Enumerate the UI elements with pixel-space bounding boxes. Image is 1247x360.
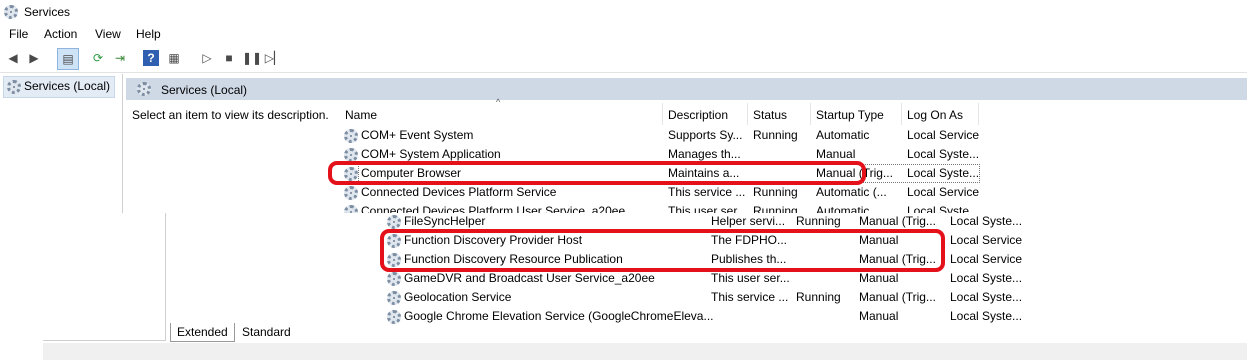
service-gear-icon xyxy=(344,186,358,200)
sort-up-icon: ^ xyxy=(496,97,501,107)
pause-service-icon[interactable]: ❚❚ xyxy=(242,50,262,66)
service-gear-icon xyxy=(344,148,358,162)
show-hide-console-tree-icon[interactable]: ▤ xyxy=(57,48,79,70)
table-row[interactable]: Connected Devices Platform Service This … xyxy=(0,185,1000,204)
table-row[interactable]: GameDVR and Broadcast User Service_a20ee… xyxy=(0,271,1040,290)
services-gear-icon xyxy=(137,82,151,96)
tree-item-label: Services (Local) xyxy=(24,79,111,93)
column-header-description[interactable]: Description xyxy=(668,108,728,122)
highlight-box xyxy=(328,161,866,185)
pane-header: Services (Local) xyxy=(126,78,1247,100)
service-status: Running xyxy=(796,214,841,228)
service-description: Manages th... xyxy=(668,147,741,161)
start-service-icon[interactable]: ▷ xyxy=(199,50,215,66)
service-gear-icon xyxy=(387,310,401,324)
service-log-on-as: Local Service xyxy=(907,128,980,142)
service-name: FileSyncHelper xyxy=(404,214,486,228)
service-startup-type: Manual xyxy=(859,271,899,285)
menu-help[interactable]: Help xyxy=(136,27,161,41)
service-startup-type: Manual xyxy=(859,309,899,323)
column-header-status[interactable]: Status xyxy=(753,108,787,122)
table-row[interactable]: Google Chrome Elevation Service (GoogleC… xyxy=(0,309,1040,328)
tab-standard[interactable]: Standard xyxy=(236,323,297,341)
column-divider xyxy=(662,103,663,125)
help-icon[interactable]: ? xyxy=(143,50,159,66)
status-bar xyxy=(43,343,1247,360)
service-description: This service ... xyxy=(711,290,789,304)
column-divider xyxy=(978,103,979,125)
export-list-icon[interactable]: ⇥ xyxy=(112,50,128,66)
service-startup-type: Automatic xyxy=(816,128,870,142)
service-name: GameDVR and Broadcast User Service_a20ee xyxy=(404,271,655,285)
tree-item-services-local[interactable]: Services (Local) xyxy=(3,76,116,98)
service-name: COM+ Event System xyxy=(361,128,474,142)
service-description: Helper servi... xyxy=(711,214,786,228)
service-log-on-as: Local Syste... xyxy=(907,166,980,180)
service-status: Running xyxy=(796,290,841,304)
window-title: Services xyxy=(24,5,71,19)
menu-view[interactable]: View xyxy=(95,27,121,41)
description-prompt: Select an item to view its description. xyxy=(132,108,329,122)
column-divider xyxy=(901,103,902,125)
services-app-icon xyxy=(4,5,18,19)
service-startup-type: Automatic (... xyxy=(816,185,887,199)
service-gear-icon xyxy=(387,291,401,305)
refresh-icon[interactable]: ⟳ xyxy=(90,50,106,66)
service-gear-icon xyxy=(344,129,358,143)
service-name: Google Chrome Elevation Service (GoogleC… xyxy=(404,309,714,323)
service-startup-type: Manual (Trig... xyxy=(859,214,936,228)
highlight-box xyxy=(380,229,945,272)
stop-service-icon[interactable]: ■ xyxy=(221,50,237,66)
toolbar: ◀ ▶ ▤ ⟳ ⇥ ? ▦ ▷ ■ ❚❚ ▷▏ xyxy=(0,44,1247,73)
service-startup-type: Manual xyxy=(816,147,856,161)
table-row[interactable]: Geolocation Service This service ... Run… xyxy=(0,290,1040,309)
back-arrow-icon[interactable]: ◀ xyxy=(5,50,21,66)
service-log-on-as: Local Syste... xyxy=(950,271,1023,285)
service-description: This service ... xyxy=(668,185,746,199)
service-log-on-as: Local Syste... xyxy=(950,290,1023,304)
service-description: This user ser... xyxy=(711,271,790,285)
forward-arrow-icon[interactable]: ▶ xyxy=(26,50,42,66)
service-log-on-as: Local Service xyxy=(907,185,980,199)
column-header-log-on-as[interactable]: Log On As xyxy=(907,108,963,122)
service-name: COM+ System Application xyxy=(361,147,501,161)
column-header-name[interactable]: Name xyxy=(345,108,377,122)
table-row[interactable]: COM+ Event System Supports Sy... Running… xyxy=(0,128,1000,147)
service-log-on-as: Local Syste... xyxy=(950,214,1023,228)
service-gear-icon xyxy=(387,272,401,286)
restart-service-icon[interactable]: ▷▏ xyxy=(265,50,283,66)
service-log-on-as: Local Syste... xyxy=(950,309,1023,323)
title-bar: Services xyxy=(0,0,1247,24)
column-divider xyxy=(747,103,748,125)
menu-action[interactable]: Action xyxy=(44,27,77,41)
service-log-on-as: Local Syste... xyxy=(907,147,980,161)
menu-bar: File Action View Help xyxy=(0,24,1247,44)
service-log-on-as: Local Service xyxy=(950,233,1023,247)
column-header-startup-type[interactable]: Startup Type xyxy=(816,108,884,122)
service-status: Running xyxy=(753,128,798,142)
service-description: Supports Sy... xyxy=(668,128,743,142)
tab-extended[interactable]: Extended xyxy=(170,323,235,342)
service-log-on-as: Local Service xyxy=(950,252,1023,266)
service-name: Geolocation Service xyxy=(404,290,512,304)
pane-header-title: Services (Local) xyxy=(161,83,248,97)
menu-file[interactable]: File xyxy=(9,27,28,41)
service-name: Connected Devices Platform Service xyxy=(361,185,557,199)
service-startup-type: Manual (Trig... xyxy=(859,290,936,304)
column-divider xyxy=(810,103,811,125)
properties-icon[interactable]: ▦ xyxy=(166,50,182,66)
services-gear-icon xyxy=(7,80,21,94)
service-gear-icon xyxy=(387,215,401,229)
service-status: Running xyxy=(753,185,798,199)
